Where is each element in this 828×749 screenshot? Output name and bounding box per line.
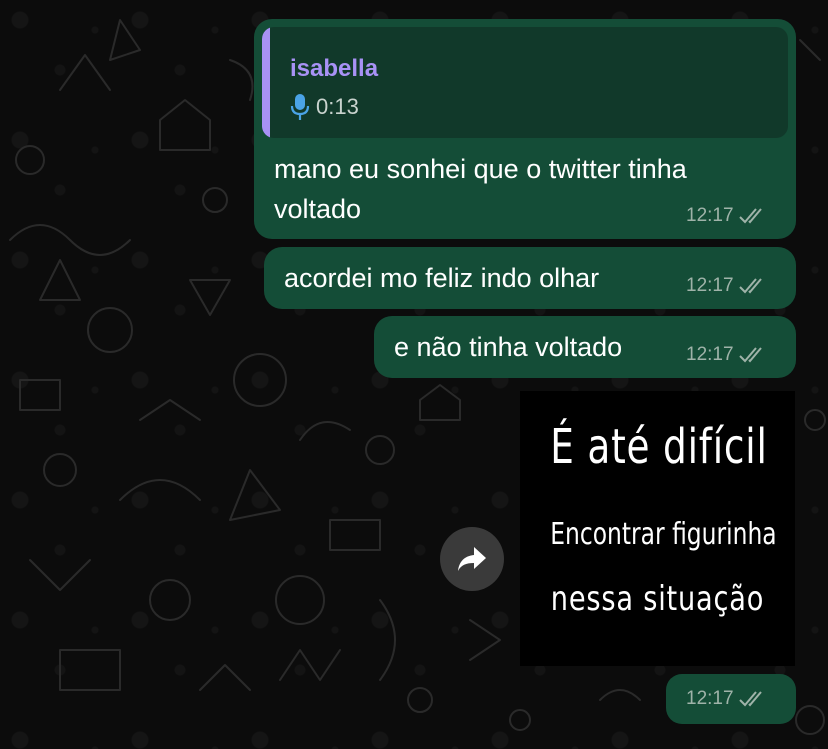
message-time: 12:17 bbox=[686, 688, 734, 709]
chat-window: isabella 0:13 mano eu sonhei que o twitt… bbox=[0, 0, 828, 749]
sticker-time-badge: 12:17 bbox=[666, 674, 796, 724]
message-text: e não tinha voltado bbox=[394, 332, 623, 362]
message-meta: 12:17 bbox=[686, 275, 764, 297]
quote-audio: 0:13 bbox=[290, 93, 359, 121]
message-time: 12:17 bbox=[686, 275, 734, 296]
forward-button[interactable] bbox=[440, 527, 504, 591]
sticker-text-line3: nessa situação bbox=[550, 579, 765, 619]
message-meta: 12:17 bbox=[686, 688, 764, 710]
forward-arrow-icon bbox=[458, 547, 486, 571]
audio-duration: 0:13 bbox=[316, 94, 359, 119]
message-bubble-1[interactable]: isabella 0:13 mano eu sonhei que o twitt… bbox=[254, 19, 796, 239]
message-meta: 12:17 bbox=[686, 205, 764, 227]
message-bubble-3[interactable]: e não tinha voltado 12:17 bbox=[374, 316, 796, 378]
double-check-icon bbox=[738, 278, 762, 294]
message-text: acordei mo feliz indo olhar bbox=[284, 263, 600, 293]
quote-author: isabella bbox=[290, 55, 379, 82]
double-check-icon bbox=[738, 208, 762, 224]
microphone-icon bbox=[290, 94, 310, 120]
quoted-reply[interactable]: isabella 0:13 bbox=[262, 27, 788, 138]
double-check-icon bbox=[738, 691, 762, 707]
message-time: 12:17 bbox=[686, 205, 734, 226]
message-bubble-2[interactable]: acordei mo feliz indo olhar 12:17 bbox=[264, 247, 796, 309]
double-check-icon bbox=[738, 347, 762, 363]
sticker-text-line1: É até difícil bbox=[550, 419, 768, 475]
sticker-text-line2: Encontrar figurinha bbox=[550, 517, 777, 552]
message-meta: 12:17 bbox=[686, 344, 764, 366]
quote-accent-bar bbox=[262, 27, 270, 138]
message-time: 12:17 bbox=[686, 344, 734, 365]
sticker-image[interactable]: É até difícil Encontrar figurinha nessa … bbox=[520, 391, 795, 666]
